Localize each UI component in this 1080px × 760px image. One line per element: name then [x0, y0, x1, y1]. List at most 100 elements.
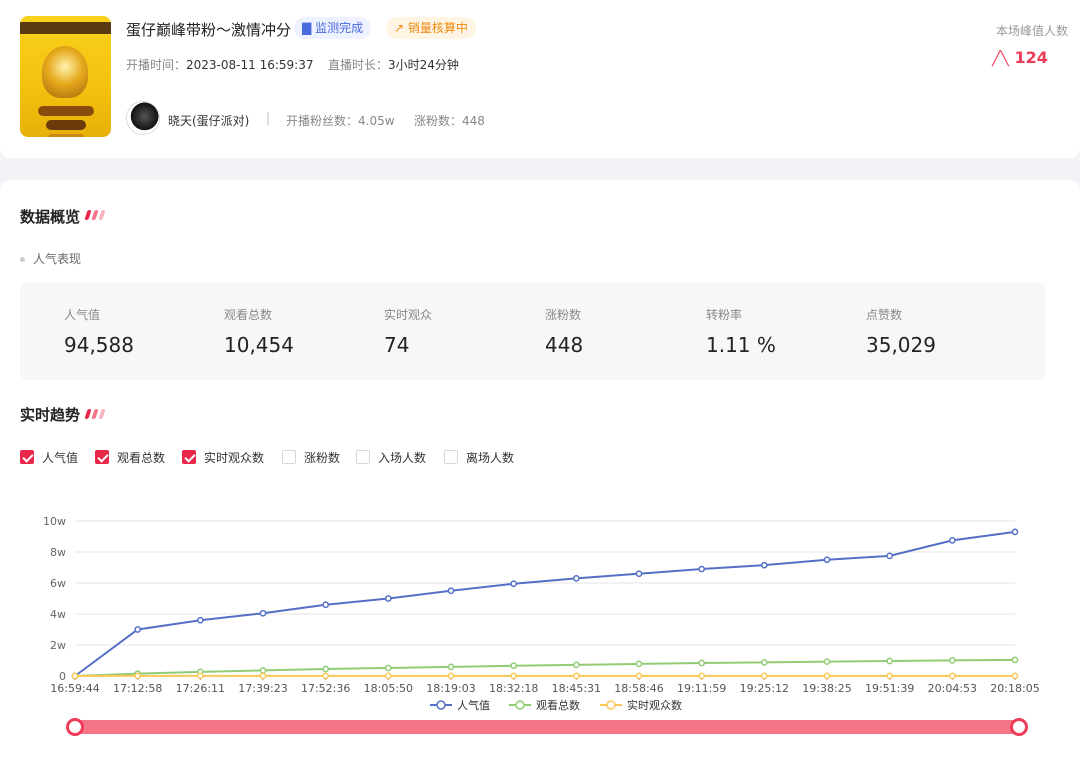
legend-marker — [515, 700, 525, 710]
data-point — [384, 664, 392, 672]
monitor-status-tag: ▇ 监测完成 — [294, 17, 372, 39]
data-point — [635, 660, 643, 668]
y-tick-label: 10w — [43, 515, 66, 528]
metric-label: 观看总数 — [224, 308, 273, 322]
data-point — [823, 556, 831, 564]
metric-value: 10,454 — [224, 333, 294, 357]
cover-badge — [48, 134, 84, 137]
data-point — [886, 657, 894, 665]
data-point — [698, 659, 706, 667]
data-point — [760, 561, 768, 569]
data-point — [572, 661, 580, 669]
trend-title: 实时趋势 — [20, 406, 81, 424]
data-point — [447, 672, 455, 680]
overview-title: 数据概览 — [20, 208, 81, 226]
checkbox[interactable] — [356, 450, 370, 464]
data-point — [134, 626, 142, 633]
x-tick-label: 20:04:53 — [928, 682, 977, 695]
data-point — [572, 575, 580, 582]
x-tick-label: 18:58:46 — [614, 682, 663, 695]
metric-popularity: 人气值 94,588 — [64, 306, 134, 357]
trend-icon: ↗ — [394, 21, 405, 35]
x-tick-label: 19:51:39 — [865, 682, 914, 695]
metric-new-fans: 涨粉数 448 — [545, 306, 583, 357]
data-point — [760, 672, 768, 680]
metric-label: 实时观众 — [384, 308, 433, 322]
toggle-label: 入场人数 — [378, 451, 427, 465]
metric-conversion-rate: 转粉率 1.11 % — [706, 306, 776, 357]
toggle-label: 实时观众数 — [204, 451, 265, 465]
data-point — [259, 672, 267, 680]
metric-total-views: 观看总数 10,454 — [224, 306, 294, 357]
data-point — [322, 665, 330, 673]
data-point — [760, 659, 768, 666]
y-tick-label: 6w — [50, 577, 66, 590]
legend-marker — [436, 700, 446, 710]
anchor-avatar[interactable] — [126, 101, 160, 135]
checkbox[interactable] — [20, 450, 34, 464]
slider-handle-start[interactable] — [66, 718, 84, 736]
legend-label: 人气值 — [457, 698, 490, 712]
checkbox[interactable] — [182, 450, 196, 464]
data-point — [510, 672, 518, 680]
data-point — [510, 662, 518, 670]
metric-value: 448 — [545, 333, 584, 357]
start-fans-value: 4.05w — [358, 114, 395, 128]
data-point — [1011, 672, 1019, 680]
data-point — [384, 672, 392, 680]
x-tick-label: 17:52:36 — [301, 682, 350, 695]
data-point — [948, 656, 956, 664]
x-tick-label: 18:19:03 — [426, 682, 475, 695]
data-point — [698, 672, 706, 680]
slider-handle-end[interactable] — [1010, 718, 1028, 736]
start-time: 开播时间：2023-08-11 16:59:37 — [126, 56, 313, 73]
legend-marker — [606, 700, 616, 710]
checkbox[interactable] — [95, 450, 109, 464]
start-fans: 开播粉丝数：4.05w — [286, 112, 395, 129]
anchor-name[interactable]: 晓天(蛋仔派对) — [168, 112, 249, 129]
checkbox[interactable] — [282, 450, 296, 464]
toggle-label: 涨粉数 — [304, 451, 341, 465]
data-point — [259, 609, 267, 617]
data-point — [134, 672, 142, 680]
checkbox[interactable] — [444, 450, 458, 464]
slider-track[interactable] — [74, 720, 1020, 734]
realtime-trend-chart[interactable]: 02w4w6w8w10w16:59:44 17:12:58 17:26:11 17:3… — [0, 500, 1080, 715]
data-point — [510, 580, 518, 588]
x-tick-label: 20:18:05 — [990, 682, 1039, 695]
y-tick-label: 8w — [50, 546, 66, 559]
peak-viewers: ╱╲ 124 — [992, 48, 1048, 67]
data-point — [635, 570, 643, 578]
stream-cover-image[interactable] — [20, 16, 111, 137]
fans-gain-label: 涨粉数： — [414, 114, 463, 128]
data-point — [698, 565, 706, 573]
monitor-status-label: 监测完成 — [315, 21, 364, 35]
data-point — [1011, 528, 1019, 536]
duration: 直播时长：3小时24分钟 — [328, 56, 459, 73]
data-panel: 数据概览 人气表现 人气值 94,588 观看总数 10,454 实时观众 74… — [0, 180, 1080, 760]
section-mark-icon — [84, 210, 108, 220]
toggle-label: 人气值 — [42, 451, 79, 465]
data-point — [259, 667, 267, 674]
section-mark-icon — [84, 409, 108, 419]
time-range-slider[interactable] — [66, 718, 1028, 736]
x-tick-label: 17:39:23 — [238, 682, 287, 695]
data-point — [886, 552, 894, 560]
metric-value: 1.11 % — [706, 333, 776, 357]
divider: | — [266, 111, 271, 125]
stream-title[interactable]: 蛋仔巅峰带粉～激情冲分 — [126, 19, 291, 40]
x-tick-label: 16:59:44 — [50, 682, 99, 695]
line-chart-icon: ╱╲ — [992, 51, 1009, 67]
data-point — [886, 672, 894, 680]
series-line — [74, 658, 1016, 677]
data-point — [322, 601, 330, 609]
data-point — [572, 672, 580, 680]
fans-gain-value: 448 — [462, 114, 485, 128]
duration-label: 直播时长： — [328, 58, 389, 72]
data-point — [948, 672, 956, 680]
metric-likes: 点赞数 35,029 — [866, 306, 936, 357]
metric-value: 74 — [384, 333, 410, 357]
series-line — [74, 530, 1016, 677]
data-point — [823, 672, 831, 680]
metric-label: 转粉率 — [706, 308, 743, 322]
